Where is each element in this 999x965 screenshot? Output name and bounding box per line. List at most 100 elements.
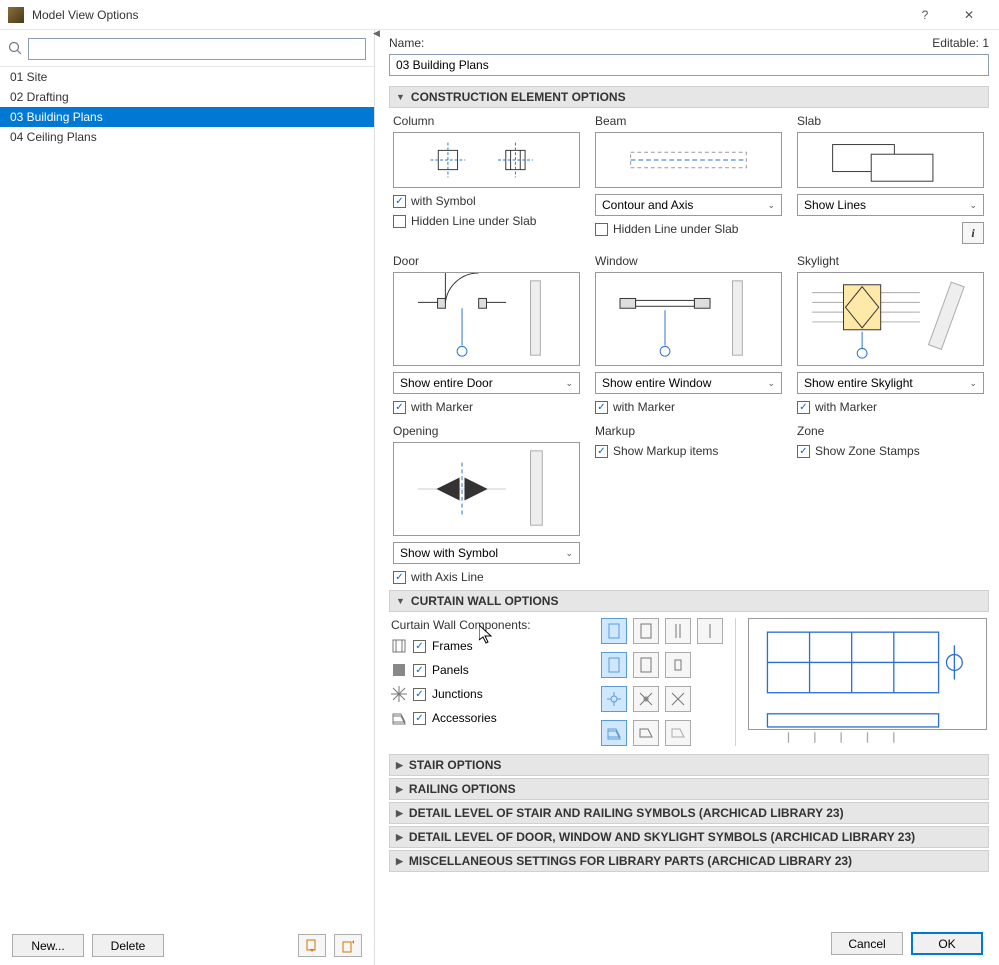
- junctions-opt-2[interactable]: [633, 686, 659, 712]
- cw-components-label: Curtain Wall Components:: [391, 618, 591, 632]
- beam-title: Beam: [595, 114, 782, 128]
- checkbox-icon: [393, 215, 406, 228]
- opening-preview: [393, 442, 580, 536]
- junctions-opt-3[interactable]: [665, 686, 691, 712]
- checkbox-icon: [595, 223, 608, 236]
- section-stair-rail-detail[interactable]: ▶ DETAIL LEVEL OF STAIR AND RAILING SYMB…: [389, 802, 989, 824]
- chevron-down-icon: ⌄: [969, 378, 977, 389]
- column-with-symbol[interactable]: with Symbol: [393, 194, 580, 208]
- section-stair[interactable]: ▶ STAIR OPTIONS: [389, 754, 989, 776]
- editable-label: Editable: 1: [932, 36, 989, 50]
- section-door-win-detail[interactable]: ▶ DETAIL LEVEL OF DOOR, WINDOW AND SKYLI…: [389, 826, 989, 848]
- checkbox-icon[interactable]: [413, 664, 426, 677]
- beam-preview: [595, 132, 782, 188]
- chevron-right-icon: ▶: [396, 856, 403, 867]
- section-title: CONSTRUCTION ELEMENT OPTIONS: [411, 90, 626, 104]
- checkbox-icon: [595, 401, 608, 414]
- window-title: Model View Options: [32, 8, 903, 22]
- skylight-title: Skylight: [797, 254, 984, 268]
- accessories-opt-3[interactable]: [665, 720, 691, 746]
- search-input[interactable]: [28, 38, 366, 60]
- ok-button[interactable]: OK: [911, 932, 983, 955]
- accessories-label: Accessories: [432, 711, 497, 725]
- panels-icon: [391, 662, 407, 678]
- junctions-opt-1[interactable]: [601, 686, 627, 712]
- list-item[interactable]: 03 Building Plans: [0, 107, 374, 127]
- checkbox-icon: [797, 401, 810, 414]
- frames-opt-3[interactable]: [665, 618, 691, 644]
- list-item[interactable]: 01 Site: [0, 67, 374, 87]
- chevron-down-icon: ▼: [396, 92, 405, 102]
- section-title: RAILING OPTIONS: [409, 782, 516, 796]
- section-title: CURTAIN WALL OPTIONS: [411, 594, 559, 608]
- door-title: Door: [393, 254, 580, 268]
- chevron-down-icon: ⌄: [565, 548, 573, 559]
- frames-label: Frames: [432, 639, 473, 653]
- splitter-handle[interactable]: [375, 30, 383, 965]
- slab-title: Slab: [797, 114, 984, 128]
- chevron-right-icon: ▶: [396, 760, 403, 771]
- zone-show[interactable]: Show Zone Stamps: [797, 444, 984, 458]
- column-title: Column: [393, 114, 580, 128]
- list-item[interactable]: 04 Ceiling Plans: [0, 127, 374, 147]
- help-button[interactable]: ?: [903, 1, 947, 29]
- window-with-marker[interactable]: with Marker: [595, 400, 782, 414]
- beam-hidden-line[interactable]: Hidden Line under Slab: [595, 222, 782, 236]
- frames-opt-4[interactable]: [697, 618, 723, 644]
- new-button[interactable]: New...: [12, 934, 84, 957]
- door-with-marker[interactable]: with Marker: [393, 400, 580, 414]
- section-construction[interactable]: ▼ CONSTRUCTION ELEMENT OPTIONS: [389, 86, 989, 108]
- accessories-opt-2[interactable]: [633, 720, 659, 746]
- slab-preview: [797, 132, 984, 188]
- delete-button[interactable]: Delete: [92, 934, 164, 957]
- door-select[interactable]: Show entire Door ⌄: [393, 372, 580, 394]
- beam-select[interactable]: Contour and Axis ⌄: [595, 194, 782, 216]
- checkbox-icon[interactable]: [413, 640, 426, 653]
- checkbox-icon: [393, 401, 406, 414]
- export-button[interactable]: [334, 934, 362, 957]
- skylight-with-marker[interactable]: with Marker: [797, 400, 984, 414]
- chevron-right-icon: ▶: [396, 832, 403, 843]
- frames-opt-1[interactable]: [601, 618, 627, 644]
- close-button[interactable]: ✕: [947, 1, 991, 29]
- right-panel: Name: Editable: 1 ▼ CONSTRUCTION ELEMENT…: [383, 30, 999, 965]
- section-title: DETAIL LEVEL OF DOOR, WINDOW AND SKYLIGH…: [409, 830, 915, 844]
- import-button[interactable]: [298, 934, 326, 957]
- column-hidden-line[interactable]: Hidden Line under Slab: [393, 214, 580, 228]
- opening-select[interactable]: Show with Symbol ⌄: [393, 542, 580, 564]
- markup-show[interactable]: Show Markup items: [595, 444, 782, 458]
- checkbox-icon: [393, 195, 406, 208]
- section-curtain[interactable]: ▼ CURTAIN WALL OPTIONS: [389, 590, 989, 612]
- section-misc[interactable]: ▶ MISCELLANEOUS SETTINGS FOR LIBRARY PAR…: [389, 850, 989, 872]
- accessories-opt-1[interactable]: [601, 720, 627, 746]
- junctions-options: [601, 686, 723, 712]
- opening-with-axis[interactable]: with Axis Line: [393, 570, 580, 584]
- slab-info-button[interactable]: i: [962, 222, 984, 244]
- frames-options: [601, 618, 723, 644]
- junctions-icon: [391, 686, 407, 702]
- search-icon: [8, 41, 22, 58]
- window-select[interactable]: Show entire Window ⌄: [595, 372, 782, 394]
- window-title: Window: [595, 254, 782, 268]
- opening-title: Opening: [393, 424, 580, 438]
- checkbox-icon: [393, 571, 406, 584]
- chevron-down-icon: ▼: [396, 596, 405, 606]
- option-set-list: 01 Site 02 Drafting 03 Building Plans 04…: [0, 66, 374, 957]
- panels-opt-1[interactable]: [601, 652, 627, 678]
- frames-opt-2[interactable]: [633, 618, 659, 644]
- skylight-select[interactable]: Show entire Skylight ⌄: [797, 372, 984, 394]
- curtain-wall-preview: [748, 618, 987, 730]
- chevron-right-icon: ▶: [396, 784, 403, 795]
- name-input[interactable]: [389, 54, 989, 76]
- cancel-button[interactable]: Cancel: [831, 932, 903, 955]
- panels-options: [601, 652, 723, 678]
- checkbox-icon[interactable]: [413, 712, 426, 725]
- name-label: Name:: [389, 36, 932, 50]
- panels-opt-3[interactable]: [665, 652, 691, 678]
- checkbox-icon: [797, 445, 810, 458]
- panels-opt-2[interactable]: [633, 652, 659, 678]
- slab-select[interactable]: Show Lines ⌄: [797, 194, 984, 216]
- list-item[interactable]: 02 Drafting: [0, 87, 374, 107]
- checkbox-icon[interactable]: [413, 688, 426, 701]
- section-railing[interactable]: ▶ RAILING OPTIONS: [389, 778, 989, 800]
